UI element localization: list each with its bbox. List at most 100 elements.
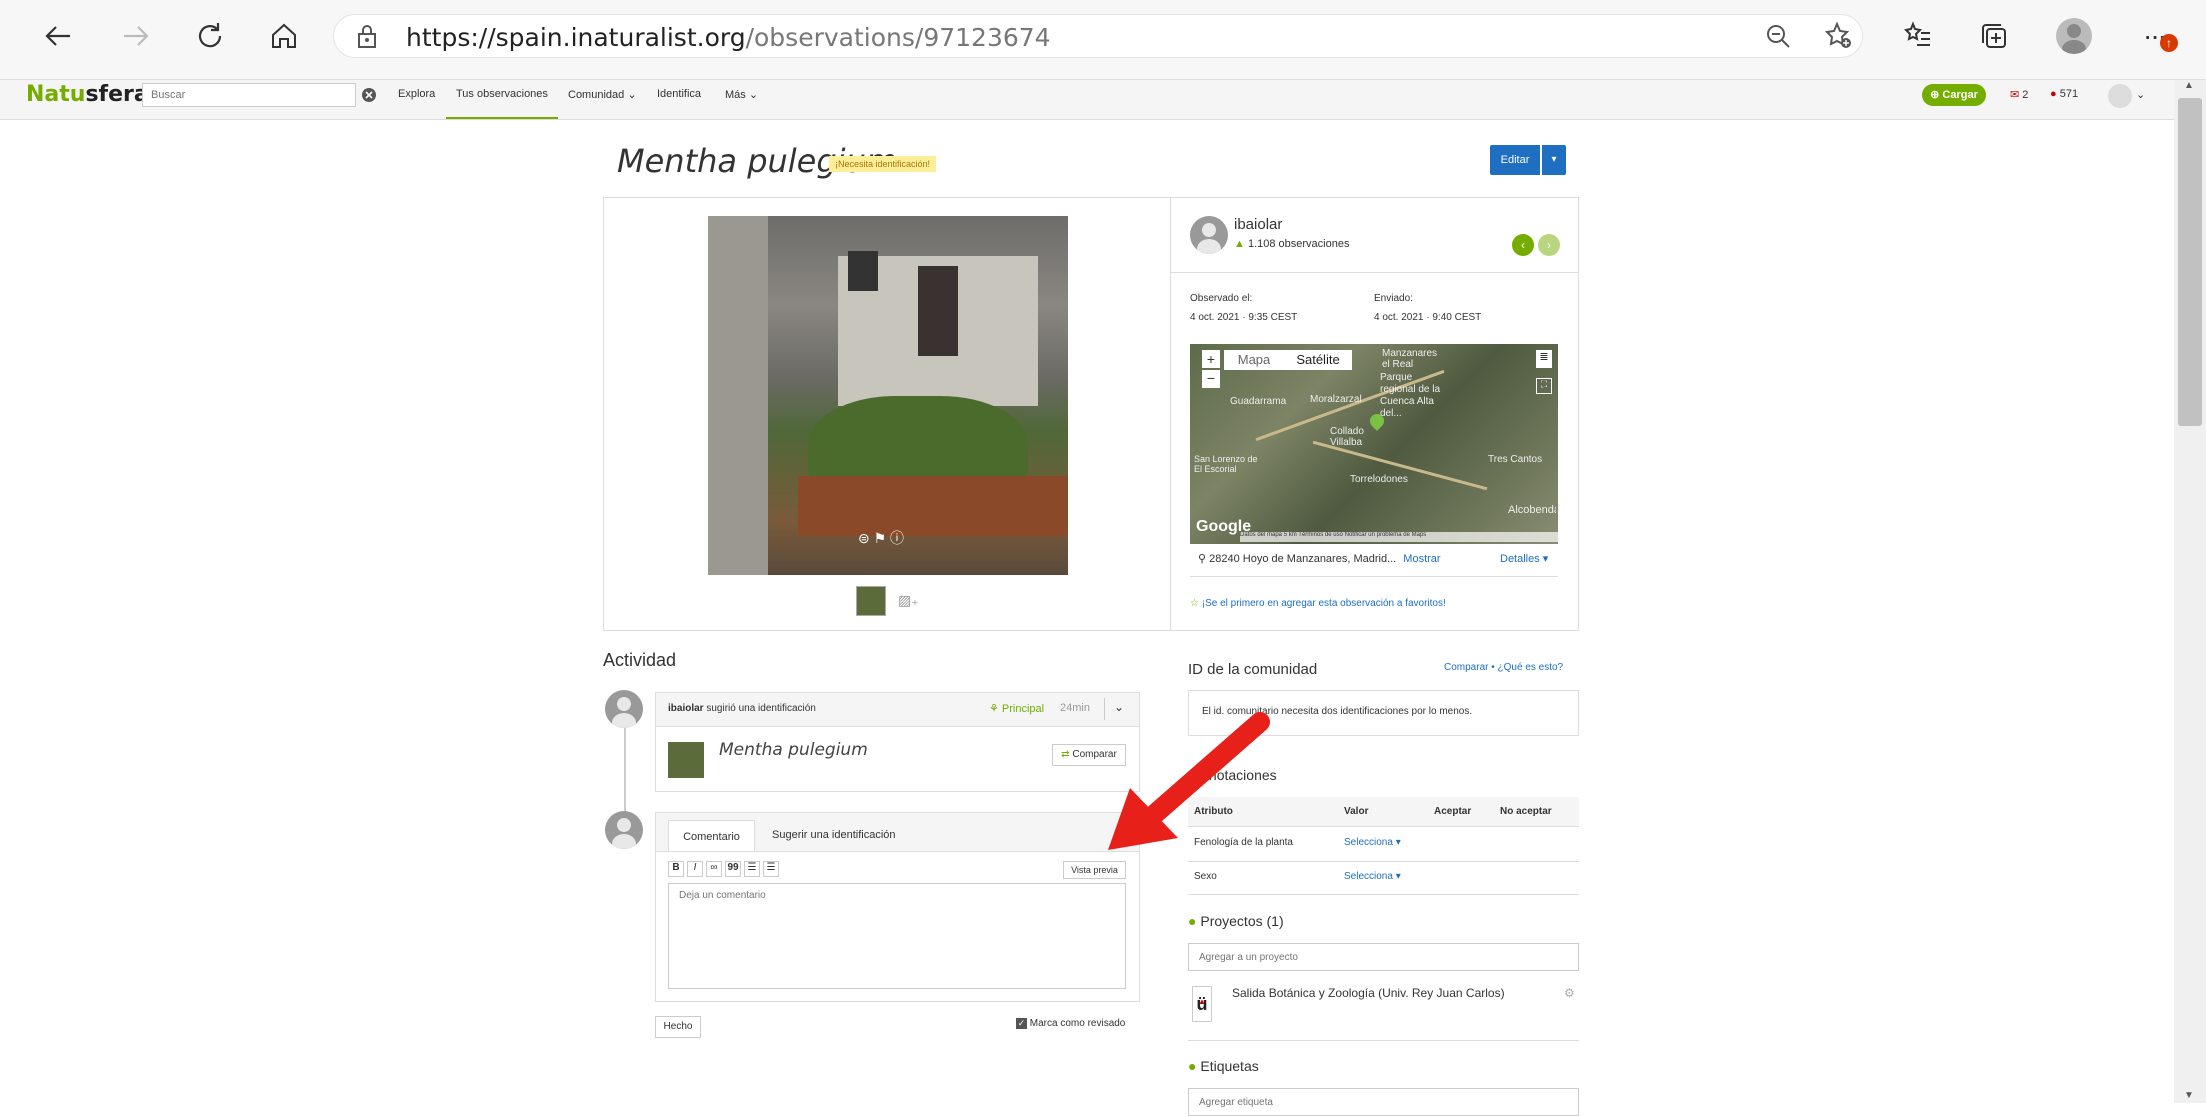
- more-icon[interactable]: ··· ↑: [2130, 12, 2178, 60]
- tags-title: ● Etiquetas: [1188, 1058, 1259, 1074]
- comment-textarea[interactable]: [668, 883, 1126, 989]
- tab-suggest-id[interactable]: Sugerir una identificación: [772, 829, 896, 841]
- bold-button[interactable]: B: [668, 861, 684, 877]
- fullscreen-icon[interactable]: ⛶: [1536, 378, 1552, 394]
- user-name[interactable]: ibaiolar: [1234, 216, 1282, 233]
- bullet-list-button[interactable]: ☰: [744, 861, 760, 877]
- projects-title: ● Proyectos (1): [1188, 913, 1284, 929]
- map-label-tres-cantos: Tres Cantos: [1488, 454, 1543, 465]
- license-icon[interactable]: ⊜ ⚑ ⓘ: [858, 528, 904, 548]
- scroll-up-icon[interactable]: ▲: [2184, 80, 2194, 91]
- prev-observation-icon[interactable]: ‹: [1512, 234, 1534, 256]
- profile-icon[interactable]: [2050, 12, 2098, 60]
- map-label-moralzarzal: Moralzarzal: [1310, 394, 1362, 405]
- notifications-link[interactable]: ● 571: [2050, 88, 2078, 100]
- map-attribution[interactable]: Datos del mapa 5 km Términos de uso Noti…: [1240, 532, 1558, 542]
- home-icon[interactable]: [260, 12, 308, 60]
- favorite-add-icon[interactable]: [1814, 12, 1862, 60]
- edit-dropdown-icon[interactable]: ▾: [1542, 145, 1566, 175]
- map-tab-map[interactable]: Mapa: [1224, 350, 1284, 370]
- phenology-select[interactable]: Selecciona ▾: [1344, 837, 1401, 848]
- projects-label: Proyectos (1): [1200, 913, 1284, 929]
- messages-count: 2: [2022, 89, 2029, 101]
- favorites-icon[interactable]: [1894, 12, 1942, 60]
- sex-select[interactable]: Selecciona ▾: [1344, 871, 1401, 882]
- id-user[interactable]: ibaiolar: [668, 703, 704, 714]
- address-bar[interactable]: https://spain.inaturalist.org/observatio…: [333, 14, 1863, 58]
- submitted-value: 4 oct. 2021 · 9:40 CEST: [1374, 312, 1482, 323]
- map-label-parque: Parque regional de la Cuenca Alta del...: [1380, 372, 1441, 419]
- what-is-this-link[interactable]: ¿Qué es esto?: [1498, 662, 1564, 673]
- back-icon[interactable]: [34, 12, 82, 60]
- submitted-label: Enviado:: [1374, 293, 1413, 304]
- italic-button[interactable]: I: [687, 861, 703, 877]
- taxon-thumbnail[interactable]: [668, 742, 704, 778]
- numbered-list-button[interactable]: ☰: [763, 861, 779, 877]
- user-obs-count-label: 1.108 observaciones: [1247, 238, 1350, 250]
- preview-button[interactable]: Vista previa: [1063, 861, 1126, 879]
- observation-photo[interactable]: ⊜ ⚑ ⓘ: [708, 216, 1068, 575]
- map-tab-satellite[interactable]: Satélite: [1284, 350, 1352, 370]
- map-label-escorial: San Lorenzo de El Escorial: [1194, 454, 1258, 474]
- nav-mas[interactable]: Más ⌄: [725, 88, 758, 101]
- mark-reviewed[interactable]: ✓ Marca como revisado: [1016, 1018, 1125, 1029]
- upload-button[interactable]: ⊕ Cargar: [1922, 84, 1986, 106]
- quote-button[interactable]: 99: [725, 861, 741, 877]
- zoom-out-map-icon[interactable]: −: [1202, 370, 1220, 388]
- details-link[interactable]: Detalles ▾: [1500, 552, 1548, 565]
- messages-link[interactable]: ✉ 2: [2010, 88, 2028, 101]
- commenter-avatar-icon[interactable]: [605, 811, 643, 849]
- annotation-divider-2: [1188, 894, 1579, 895]
- photo-thumbnail[interactable]: [856, 586, 886, 616]
- fav-row[interactable]: ☆ ¡Se el primero en agregar esta observa…: [1190, 598, 1446, 609]
- location-map[interactable]: Guadarrama Moralzarzal Manzanares el Rea…: [1190, 344, 1558, 544]
- user-menu-chevron-icon[interactable]: ⌄: [2136, 88, 2145, 101]
- star-icon: ☆: [1190, 598, 1199, 609]
- id-author-avatar-icon[interactable]: [605, 690, 643, 728]
- collections-icon[interactable]: [1970, 12, 2018, 60]
- logo-part-a: Natu: [26, 82, 86, 107]
- tags-label: Etiquetas: [1200, 1058, 1259, 1074]
- tab-comment[interactable]: Comentario: [668, 820, 755, 852]
- user-avatar-icon[interactable]: [1190, 216, 1228, 254]
- add-project-input[interactable]: [1188, 943, 1579, 971]
- link-button[interactable]: ∞: [706, 861, 722, 877]
- url-path: /observations/97123674: [745, 23, 1051, 52]
- nav-tus-observaciones[interactable]: Tus observaciones: [456, 88, 548, 100]
- refresh-icon[interactable]: [186, 12, 234, 60]
- zoom-out-icon[interactable]: [1754, 12, 1802, 60]
- edit-button[interactable]: Editar: [1490, 145, 1540, 175]
- user-obs-count[interactable]: ▲ 1.108 observaciones: [1234, 238, 1349, 250]
- pin-icon: ⚲: [1198, 553, 1207, 565]
- community-compare-link[interactable]: Comparar: [1444, 662, 1488, 673]
- nav-active-underline: [446, 117, 558, 119]
- clear-search-icon[interactable]: [362, 88, 376, 107]
- forward-icon[interactable]: [112, 12, 160, 60]
- map-layers-icon[interactable]: ≣: [1536, 350, 1552, 368]
- site-logo[interactable]: Natusfera: [26, 82, 149, 107]
- project-name[interactable]: Salida Botánica y Zoología (Univ. Rey Ju…: [1232, 986, 1505, 1000]
- scroll-down-icon[interactable]: ▼: [2184, 1090, 2194, 1101]
- lock-icon[interactable]: [356, 25, 378, 54]
- principal-label: Principal: [1001, 703, 1045, 715]
- nav-identifica[interactable]: Identifica: [657, 88, 701, 100]
- location-row: ⚲ 28240 Hoyo de Manzanares, Madrid... Mo…: [1198, 552, 1441, 565]
- reviewed-checkbox[interactable]: ✓: [1016, 1018, 1027, 1029]
- nav-comunidad[interactable]: Comunidad ⌄: [568, 88, 637, 101]
- next-observation-icon[interactable]: ›: [1538, 234, 1560, 256]
- done-button[interactable]: Hecho: [655, 1016, 701, 1038]
- annotation-arrow: [1108, 712, 1270, 850]
- user-avatar[interactable]: [2108, 84, 2132, 108]
- zoom-in-icon[interactable]: +: [1202, 350, 1220, 368]
- col-agree: Aceptar: [1434, 806, 1472, 817]
- project-settings-icon[interactable]: ⚙: [1564, 986, 1575, 1000]
- phenology-select-label: Selecciona: [1344, 837, 1393, 848]
- add-tag-input[interactable]: [1188, 1088, 1579, 1116]
- show-location-link[interactable]: Mostrar: [1403, 553, 1440, 565]
- taxon-name[interactable]: Mentha pulegium: [719, 740, 868, 760]
- project-logo[interactable]: ▲ ü: [1192, 986, 1212, 1022]
- search-input[interactable]: [142, 83, 356, 107]
- nav-explora[interactable]: Explora: [398, 88, 435, 100]
- scrollbar-thumb[interactable]: [2178, 98, 2202, 426]
- add-photo-icon[interactable]: ▨₊: [898, 592, 919, 609]
